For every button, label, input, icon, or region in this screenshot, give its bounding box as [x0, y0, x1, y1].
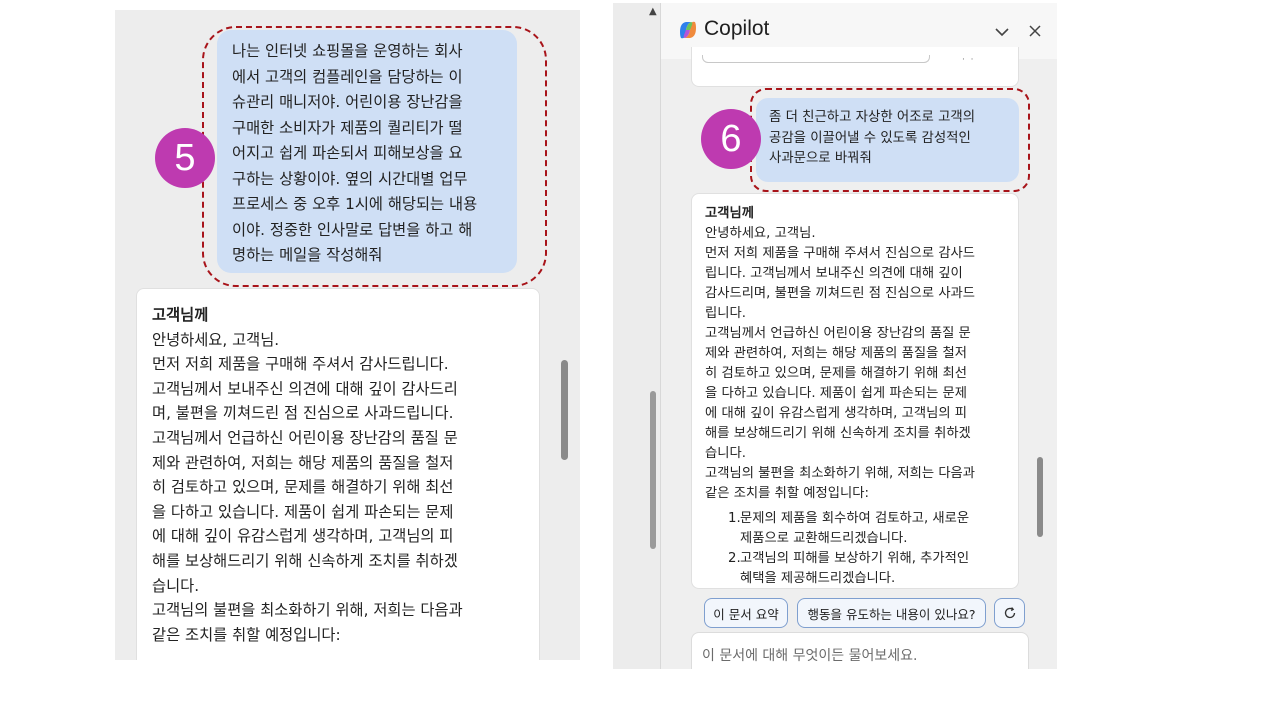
reply-line: 을 다하고 있습니다. 제품이 쉽게 파손되는 문제	[152, 502, 454, 521]
document-scrollbar-thumb[interactable]	[650, 391, 656, 549]
copilot-logo-icon	[680, 21, 696, 39]
list-line: 문제의 제품을 회수하여 검토하고, 새로운	[740, 511, 970, 526]
reply-line: 먼저 저희 제품을 구매해 주셔서 진심으로 감사드	[705, 246, 976, 261]
reply-line: 습니다.	[152, 576, 200, 595]
list-line: 혜택을 제공해드리겠습니다.	[740, 571, 896, 586]
refresh-icon	[1004, 607, 1015, 619]
highlight-outline-left	[202, 26, 547, 287]
reply-line: 안녕하세요, 고객님.	[705, 226, 816, 241]
reply-action-list: 1. 문제의 제품을 회수하여 검토하고, 새로운 제품으로 교환해드리겠습니다…	[705, 509, 1010, 588]
document-scroll-rail: ▲	[613, 3, 661, 669]
reply-line: 해를 보상해드리기 위해 신속하게 조치를 취하겠	[705, 426, 971, 441]
reply-line: 고객님께서 언급하신 어린이용 장난감의 품질 문	[152, 428, 458, 447]
highlight-outline-right	[750, 88, 1030, 192]
left-assistant-reply: 고객님께 안녕하세요, 고객님. 먼저 저희 제품을 구매해 주셔서 감사드립니…	[136, 288, 540, 660]
step-badge-5: 5	[155, 128, 215, 188]
close-icon[interactable]	[1027, 23, 1043, 39]
list-number: 1.	[728, 511, 741, 526]
reply-title: 고객님께	[705, 206, 754, 221]
list-item: 1. 문제의 제품을 회수하여 검토하고, 새로운 제품으로 교환해드리겠습니다…	[705, 509, 1010, 549]
reply-line: 감사드리며, 불편을 끼쳐드린 점 진심으로 사과드	[705, 286, 976, 301]
suggestion-call-to-action-button[interactable]: 행동을 유도하는 내용이 있나요?	[797, 598, 986, 628]
reply-line: 립니다. 고객님께서 보내주신 의견에 대해 깊이	[705, 266, 963, 281]
list-line: 제품으로 교환해드리겠습니다.	[740, 531, 908, 546]
chat-input[interactable]: 이 문서에 대해 무엇이든 물어보세요.	[691, 632, 1029, 669]
step-badge-6: 6	[701, 109, 761, 169]
list-line: 고객님의 피해를 보상하기 위해, 추가적인	[740, 551, 970, 566]
right-assistant-reply: 고객님께 안녕하세요, 고객님. 먼저 저희 제품을 구매해 주셔서 진심으로 …	[691, 193, 1019, 589]
previous-reply-card: · ·	[691, 47, 1019, 87]
reply-line: 먼저 저희 제품을 구매해 주셔서 감사드립니다.	[152, 355, 449, 374]
reply-line: 안녕하세요, 고객님.	[152, 330, 280, 349]
reply-line: 히 검토하고 있으며, 문제를 해결하기 위해 최선	[705, 366, 968, 381]
reply-line: 고객님께서 보내주신 의견에 대해 깊이 감사드리	[152, 379, 458, 398]
reply-line: 히 검토하고 있으며, 문제를 해결하기 위해 최선	[152, 478, 454, 497]
reply-line: 에 대해 깊이 유감스럽게 생각하며, 고객님의 피	[705, 406, 968, 421]
suggestion-summarize-button[interactable]: 이 문서 요약	[704, 598, 788, 628]
reply-line: 해를 보상해드리기 위해 신속하게 조치를 취하겠	[152, 551, 458, 570]
previous-reply-fragment	[702, 55, 930, 63]
reply-line: 고객님께서 언급하신 어린이용 장난감의 품질 문	[705, 326, 971, 341]
left-chat-panel: 나는 인터넷 쇼핑몰을 운영하는 회사 에서 고객의 컴플레인을 담당하는 이 …	[115, 10, 580, 660]
chat-scrollbar-thumb[interactable]	[1037, 457, 1043, 537]
reply-line: 에 대해 깊이 유감스럽게 생각하며, 고객님의 피	[152, 527, 454, 546]
reply-line: 같은 조치를 취할 예정입니다:	[705, 486, 869, 501]
refresh-suggestions-button[interactable]	[994, 598, 1025, 628]
copilot-pane: ▲ Copilot · · 좀 더 친근하고 자상한 어조로 고객의 공감을 이…	[613, 3, 1057, 669]
reply-line: 며, 불편을 끼쳐드린 점 진심으로 사과드립니다.	[152, 404, 454, 423]
reply-line: 고객님의 불편을 최소화하기 위해, 저희는 다음과	[152, 601, 463, 620]
reply-line: 제와 관련하여, 저희는 해당 제품의 품질을 철저	[705, 346, 968, 361]
scroll-up-arrow-icon[interactable]: ▲	[649, 6, 657, 17]
list-number: 2.	[728, 551, 741, 566]
chevron-down-icon[interactable]	[993, 23, 1011, 41]
reply-line: 고객님의 불편을 최소화하기 위해, 저희는 다음과	[705, 466, 976, 481]
copilot-title: Copilot	[704, 17, 770, 40]
reply-line: 을 다하고 있습니다. 제품이 쉽게 파손되는 문제	[705, 386, 968, 401]
reply-line: 습니다.	[705, 446, 746, 461]
reply-line: 같은 조치를 취할 예정입니다:	[152, 625, 341, 644]
left-scrollbar-thumb[interactable]	[561, 360, 568, 460]
reply-title: 고객님께	[152, 306, 209, 324]
reply-line: 립니다.	[705, 306, 746, 321]
list-item: 2. 고객님의 피해를 보상하기 위해, 추가적인 혜택을 제공해드리겠습니다.	[705, 549, 1010, 588]
feedback-icons[interactable]: · ·	[962, 55, 973, 65]
chat-input-placeholder: 이 문서에 대해 무엇이든 물어보세요.	[702, 648, 918, 664]
reply-line: 제와 관련하여, 저희는 해당 제품의 품질을 철저	[152, 453, 454, 472]
